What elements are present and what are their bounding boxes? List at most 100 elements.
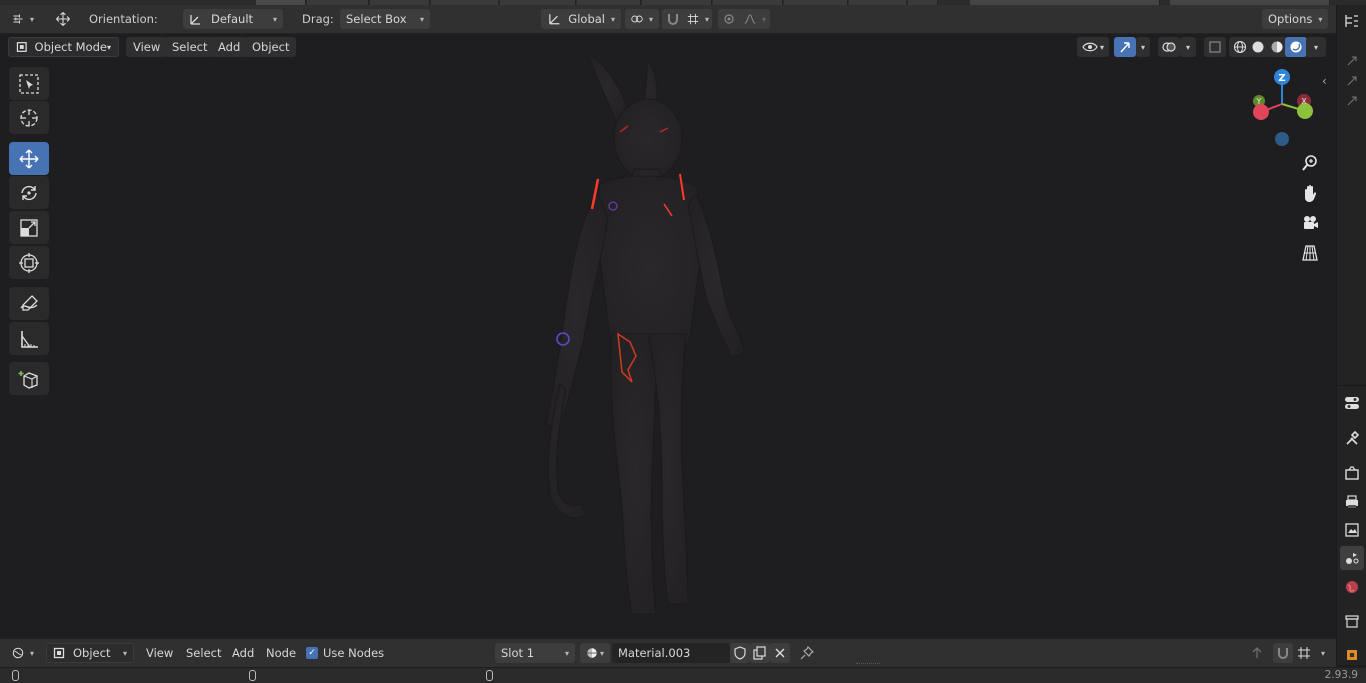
x-axis-handle[interactable] xyxy=(1253,104,1269,120)
global-axes-icon xyxy=(549,14,560,25)
shield-icon xyxy=(734,646,746,660)
zoom-nav-button[interactable] xyxy=(1298,151,1322,175)
toggles-icon xyxy=(1345,397,1359,409)
parent-node-tree-button[interactable] xyxy=(1247,643,1267,663)
options-dropdown[interactable]: Options ▾ xyxy=(1262,9,1328,29)
transform-orientation-value: Global xyxy=(568,12,605,26)
node-add-menu[interactable]: Add xyxy=(226,643,260,663)
proportional-edit-toggle[interactable] xyxy=(718,9,740,29)
snap-target-dropdown[interactable]: ▾ xyxy=(684,9,712,29)
material-browse-dropdown[interactable]: ▾ xyxy=(580,643,610,663)
shader-editor-header: ▾ Object ▾ View Select Add Node ✓ Use No… xyxy=(0,638,1336,667)
chevron-down-icon: ▾ xyxy=(29,14,34,24)
pan-nav-button[interactable] xyxy=(1298,181,1322,205)
falloff-dropdown[interactable]: ▾ xyxy=(740,9,770,29)
arrow-up-icon xyxy=(1252,647,1262,658)
node-menu[interactable]: Node xyxy=(260,643,302,663)
node-snap-toggle[interactable] xyxy=(1273,643,1293,663)
node-editor-type-dropdown[interactable]: ▾ xyxy=(6,643,40,663)
world-properties-tab[interactable] xyxy=(1340,575,1364,599)
fake-user-button[interactable] xyxy=(730,643,750,663)
scene-properties-tab[interactable] xyxy=(1340,546,1364,570)
chevron-down-icon: ▾ xyxy=(29,648,34,658)
orientation-dropdown[interactable]: Default ▾ xyxy=(183,9,283,29)
x-axis-label: X xyxy=(1301,97,1307,106)
node-view-menu[interactable]: View xyxy=(140,643,179,663)
collection-box-icon xyxy=(1345,615,1359,628)
drag-dropdown[interactable]: Select Box ▾ xyxy=(340,9,430,29)
camera-icon xyxy=(1304,216,1318,229)
sidebar-toggle-arrow-icon[interactable]: ‹ xyxy=(1322,74,1327,88)
blender-version: 2.93.9 xyxy=(1324,669,1358,681)
move-tool-header-icon[interactable] xyxy=(48,9,78,29)
mouse-right-icon xyxy=(486,670,493,681)
view-layer-properties-tab[interactable] xyxy=(1340,518,1364,542)
object-properties-tab[interactable] xyxy=(1340,643,1364,667)
snap-increment-icon xyxy=(687,13,699,25)
properties-options-tab[interactable] xyxy=(1340,391,1364,415)
camera-view-button[interactable] xyxy=(1298,211,1322,235)
chevron-down-icon: ▾ xyxy=(1318,14,1323,24)
unlink-material-button[interactable] xyxy=(770,643,790,663)
mouse-left-icon xyxy=(12,670,19,681)
drag-label: Drag: xyxy=(302,12,334,26)
outliner-restrict-icon[interactable] xyxy=(1346,55,1358,70)
collection-properties-tab[interactable] xyxy=(1340,609,1364,633)
material-sphere-icon xyxy=(587,648,597,658)
move-arrows-icon xyxy=(56,12,70,26)
magnet-icon xyxy=(1278,648,1288,659)
use-nodes-label: Use Nodes xyxy=(323,646,385,660)
mouse-middle-icon xyxy=(249,670,256,681)
options-label: Options xyxy=(1268,12,1313,26)
render-camera-icon xyxy=(1345,466,1359,480)
pin-button[interactable] xyxy=(796,643,818,663)
outliner-restrict-icon[interactable] xyxy=(1346,75,1358,90)
shader-type-value: Object xyxy=(73,646,111,660)
node-select-menu[interactable]: Select xyxy=(180,643,227,663)
new-material-button[interactable] xyxy=(750,643,770,663)
pivot-icon xyxy=(631,15,643,23)
use-nodes-checkbox[interactable]: ✓ Use Nodes xyxy=(300,643,390,663)
outliner-restrict-icon[interactable] xyxy=(1346,95,1358,110)
chevron-down-icon: ▾ xyxy=(122,648,127,658)
ortho-toggle-button[interactable] xyxy=(1298,241,1322,265)
chevron-down-icon: ▾ xyxy=(419,14,424,24)
transform-orientation-dropdown[interactable]: Global ▾ xyxy=(541,9,621,29)
wrench-screwdriver-icon xyxy=(1346,430,1360,445)
chevron-down-icon: ▾ xyxy=(1320,648,1325,658)
orientation-icon xyxy=(190,15,200,25)
z-axis-label: Z xyxy=(1278,73,1285,84)
grid-perspective-icon xyxy=(1302,245,1318,261)
shader-type-dropdown[interactable]: Object ▾ xyxy=(46,643,134,663)
output-properties-tab[interactable] xyxy=(1340,490,1364,514)
3d-viewport[interactable]: Object Mode ▾ View Select Add Object ▾ ▾… xyxy=(0,34,1336,638)
viewport-tool-header: ▾ Orientation: Default ▾ Drag: Select Bo… xyxy=(0,5,1336,34)
object-shader-icon xyxy=(53,647,65,659)
properties-editor-tabs xyxy=(1336,5,1366,665)
pivot-point-dropdown[interactable]: ▾ xyxy=(625,9,659,29)
orientation-value: Default xyxy=(211,12,254,26)
character-model[interactable] xyxy=(0,34,1336,638)
editor-type-dropdown[interactable]: ▾ xyxy=(6,9,40,29)
material-name-field[interactable]: Material.003 xyxy=(612,643,730,663)
duplicate-icon xyxy=(753,646,766,660)
chevron-down-icon: ▾ xyxy=(761,14,766,24)
node-snap-target-dropdown[interactable]: ▾ xyxy=(1294,643,1328,663)
chevron-down-icon: ▾ xyxy=(272,14,277,24)
render-properties-tab[interactable] xyxy=(1340,461,1364,485)
outliner-filter-icon[interactable] xyxy=(1344,13,1360,32)
falloff-curve-icon xyxy=(744,14,756,24)
tool-properties-tab[interactable] xyxy=(1340,426,1364,450)
snap-toggle[interactable] xyxy=(662,9,684,29)
neg-z-axis-handle[interactable] xyxy=(1275,132,1289,146)
chevron-down-icon: ▾ xyxy=(599,648,604,658)
zoom-magnifier-icon xyxy=(1302,155,1317,171)
slot-dropdown[interactable]: Slot 1 ▾ xyxy=(495,643,575,663)
object-orange-icon xyxy=(1347,650,1357,660)
navigation-gizmo[interactable]: Z X Y xyxy=(1242,68,1322,148)
header-resize-handle[interactable] xyxy=(856,663,880,665)
y-axis-label: Y xyxy=(1256,97,1262,106)
orientation-label: Orientation: xyxy=(89,12,158,26)
editor-type-icon xyxy=(13,14,23,24)
close-icon xyxy=(775,648,785,658)
